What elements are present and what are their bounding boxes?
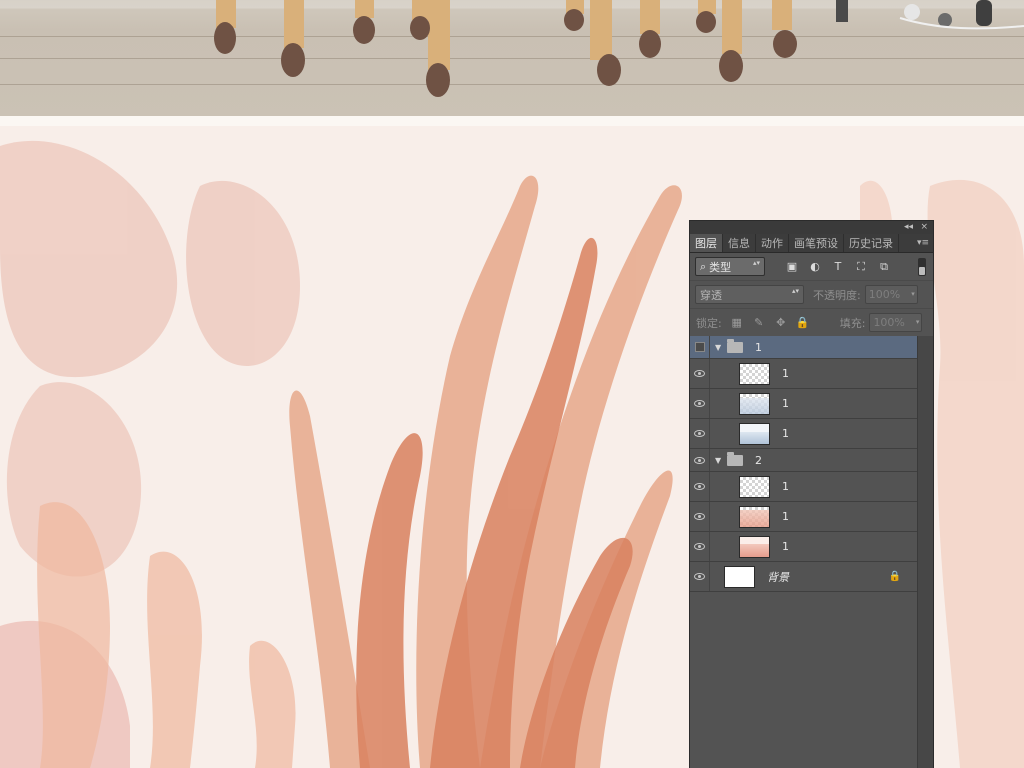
layers-panel: ◂◂ × 图层 信息 动作 画笔预设 历史记录 ▾≡ ⌕ 类型 ▴▾ ▣ ◐ T… [689, 220, 934, 768]
lock-all-icon[interactable]: 🔒 [796, 316, 810, 330]
expand-triangle-icon[interactable]: ▼ [715, 343, 724, 352]
eye-icon [694, 513, 705, 520]
opacity-label: 不透明度: [813, 288, 861, 302]
blend-row: 穿透 ▴▾ 不透明度: 100% ▾ [690, 280, 933, 308]
eye-icon [694, 370, 705, 377]
visibility-toggle[interactable] [690, 562, 710, 591]
shape-filter-icon[interactable]: ⛶ [854, 260, 868, 274]
layer-thumbnail [739, 475, 770, 498]
collapse-panel-icon[interactable]: ◂◂ [904, 221, 913, 234]
visibility-toggle[interactable] [690, 389, 710, 418]
layer-group-2[interactable]: ▼ 2 [690, 449, 917, 472]
fill-label: 填充: [839, 316, 866, 330]
layer-name: 1 [782, 540, 789, 553]
visibility-toggle[interactable] [690, 502, 710, 531]
visibility-toggle[interactable] [690, 336, 710, 358]
blend-mode-value: 穿透 [700, 288, 722, 302]
blend-mode-select[interactable]: 穿透 ▴▾ [695, 285, 804, 304]
layer-name: 1 [782, 427, 789, 440]
eye-icon [694, 430, 705, 437]
layer-thumbnail [739, 422, 770, 445]
layer-name: 1 [782, 480, 789, 493]
layer-thumbnail [739, 535, 770, 558]
layer-name: 1 [782, 367, 789, 380]
fill-field[interactable]: 100% ▾ [869, 313, 923, 332]
folder-icon [727, 451, 743, 466]
eye-icon [694, 400, 705, 407]
eye-icon [694, 543, 705, 550]
layer-row[interactable]: 1 [690, 472, 917, 502]
layer-row[interactable]: 1 [690, 532, 917, 562]
layer-row[interactable]: 1 [690, 502, 917, 532]
lock-label: 锁定: [696, 316, 722, 330]
layer-row[interactable]: 1 [690, 419, 917, 449]
layer-name: 1 [755, 340, 762, 354]
folder-icon [727, 338, 743, 353]
visibility-toggle[interactable] [690, 532, 710, 561]
layer-name: 背景 [767, 570, 789, 584]
hidden-visibility-icon [694, 342, 705, 352]
visibility-toggle[interactable] [690, 359, 710, 388]
smart-object-filter-icon[interactable]: ⧉ [877, 260, 891, 274]
lock-row: 锁定: ▦ ✎ ✥ 🔒 填充: 100% ▾ [690, 308, 933, 336]
chevron-down-icon: ▾ [915, 318, 920, 326]
layer-filter-row: ⌕ 类型 ▴▾ ▣ ◐ T ⛶ ⧉ [690, 253, 933, 280]
adjustment-filter-icon[interactable]: ◐ [808, 260, 822, 274]
search-icon: ⌕ [700, 259, 707, 273]
filter-kind-select[interactable]: ⌕ 类型 ▴▾ [695, 257, 765, 276]
layer-group-1[interactable]: ▼ 1 [690, 336, 917, 359]
eye-icon [694, 573, 705, 580]
tab-brush-presets[interactable]: 画笔预设 [789, 234, 844, 252]
stool-legs-image [214, 0, 1024, 97]
lock-image-pixels-icon[interactable]: ✎ [752, 316, 766, 330]
layer-row[interactable]: 1 [690, 359, 917, 389]
filter-kind-label: 类型 [709, 260, 732, 274]
visibility-toggle[interactable] [690, 449, 710, 471]
visibility-toggle[interactable] [690, 419, 710, 448]
eye-icon [694, 456, 705, 464]
layer-list: ▼ 1 1 1 1 ▼ 2 1 1 1 背景 🔒 [690, 336, 917, 592]
select-arrows-icon: ▴▾ [791, 287, 799, 295]
expand-triangle-icon[interactable]: ▼ [715, 456, 724, 465]
image-filter-icon[interactable]: ▣ [785, 260, 799, 274]
eye-icon [694, 483, 705, 490]
fill-value: 100% [873, 316, 905, 329]
layer-thumbnail [724, 565, 755, 588]
visibility-toggle[interactable] [690, 472, 710, 501]
layer-list-empty-area [690, 593, 917, 768]
layer-thumbnail [739, 392, 770, 415]
room-photo [0, 0, 1024, 122]
layer-name: 1 [782, 397, 789, 410]
tab-layers[interactable]: 图层 [690, 234, 723, 252]
select-arrows-icon: ▴▾ [752, 259, 760, 267]
filter-toggle-switch[interactable] [918, 258, 926, 276]
layer-name: 1 [782, 510, 789, 523]
type-filter-icon[interactable]: T [831, 260, 845, 274]
tab-history[interactable]: 历史记录 [844, 234, 899, 252]
divider [0, 116, 1024, 126]
lock-position-icon[interactable]: ✥ [774, 316, 788, 330]
layer-thumbnail [739, 362, 770, 385]
layer-thumbnail [739, 505, 770, 528]
layer-list-scrollbar[interactable] [917, 336, 933, 768]
chevron-down-icon: ▾ [911, 290, 915, 298]
panel-menu-icon[interactable]: ▾≡ [917, 234, 929, 253]
opacity-value: 100% [868, 288, 901, 301]
layer-name: 2 [755, 453, 762, 467]
close-panel-icon[interactable]: × [920, 221, 928, 234]
panel-tabs: 图层 信息 动作 画笔预设 历史记录 ▾≡ [690, 234, 933, 253]
lock-icon: 🔒 [888, 571, 901, 582]
opacity-field[interactable]: 100% ▾ [864, 285, 918, 304]
tab-actions[interactable]: 动作 [756, 234, 789, 252]
panel-titlebar: ◂◂ × [690, 221, 933, 234]
layer-row[interactable]: 1 [690, 389, 917, 419]
lock-transparent-pixels-icon[interactable]: ▦ [730, 316, 744, 330]
background-layer[interactable]: 背景 🔒 [690, 562, 917, 592]
tab-info[interactable]: 信息 [723, 234, 756, 252]
